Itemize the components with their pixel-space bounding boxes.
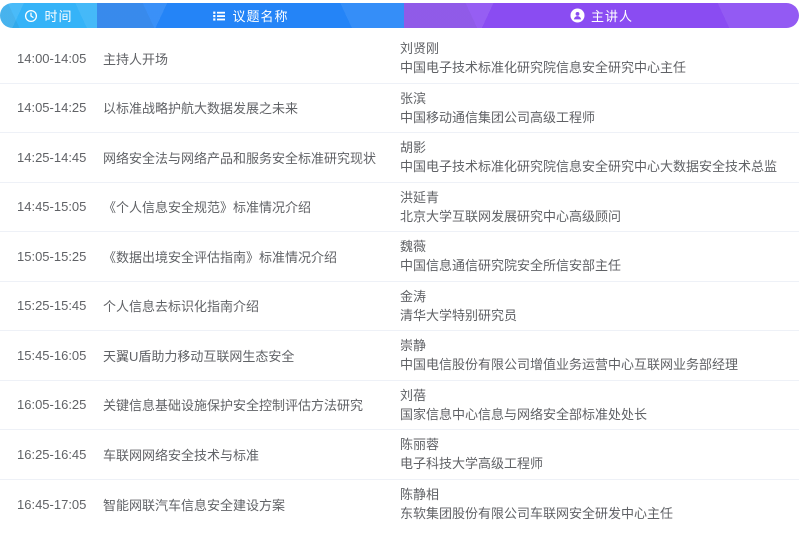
row-speaker: 金涛 清华大学特别研究员	[400, 287, 799, 325]
row-speaker: 洪延青 北京大学互联网发展研究中心高级顾问	[400, 188, 799, 226]
column-header-label-time: 时间	[44, 6, 72, 25]
row-speaker: 刘蓓 国家信息中心信息与网络安全部标准处处长	[400, 386, 799, 424]
row-time: 16:05-16:25	[0, 397, 103, 412]
speaker-name: 刘蓓	[400, 386, 799, 405]
row-time: 16:45-17:05	[0, 497, 103, 512]
speaker-title: 中国电子技术标准化研究院信息安全研究中心大数据安全技术总监	[400, 157, 799, 176]
speaker-title: 北京大学互联网发展研究中心高级顾问	[400, 207, 799, 226]
speaker-name: 陈丽蓉	[400, 435, 799, 454]
table-row: 16:05-16:25 关键信息基础设施保护安全控制评估方法研究 刘蓓 国家信息…	[0, 381, 799, 431]
table-row: 14:00-14:05 主持人开场 刘贤刚 中国电子技术标准化研究院信息安全研究…	[0, 34, 799, 84]
speaker-icon	[570, 8, 585, 23]
row-speaker: 胡影 中国电子技术标准化研究院信息安全研究中心大数据安全技术总监	[400, 138, 799, 176]
row-topic: 以标准战略护航大数据发展之未来	[103, 98, 400, 117]
row-speaker: 崇静 中国电信股份有限公司增值业务运营中心互联网业务部经理	[400, 336, 799, 374]
table-row: 15:45-16:05 天翼U盾助力移动互联网生态安全 崇静 中国电信股份有限公…	[0, 331, 799, 381]
row-topic: 天翼U盾助力移动互联网生态安全	[103, 346, 400, 365]
table-row: 14:45-15:05 《个人信息安全规范》标准情况介绍 洪延青 北京大学互联网…	[0, 183, 799, 233]
row-time: 15:05-15:25	[0, 249, 103, 264]
speaker-name: 胡影	[400, 138, 799, 157]
row-topic: 车联网网络安全技术与标准	[103, 445, 400, 464]
speaker-title: 清华大学特别研究员	[400, 306, 799, 325]
speaker-name: 崇静	[400, 336, 799, 355]
table-row: 16:25-16:45 车联网网络安全技术与标准 陈丽蓉 电子科技大学高级工程师	[0, 430, 799, 480]
speaker-name: 陈静相	[400, 485, 799, 504]
table-row: 14:25-14:45 网络安全法与网络产品和服务安全标准研究现状 胡影 中国电…	[0, 133, 799, 183]
row-topic: 网络安全法与网络产品和服务安全标准研究现状	[103, 148, 400, 167]
clock-icon	[24, 9, 38, 23]
column-header-label-topic: 议题名称	[232, 6, 288, 25]
column-header-label-speaker: 主讲人	[591, 6, 633, 25]
speaker-name: 洪延青	[400, 188, 799, 207]
table-row: 16:45-17:05 智能网联汽车信息安全建设方案 陈静相 东软集团股份有限公…	[0, 480, 799, 530]
table-body: 14:00-14:05 主持人开场 刘贤刚 中国电子技术标准化研究院信息安全研究…	[0, 28, 799, 529]
column-header-time: 时间	[0, 3, 97, 28]
table-row: 14:05-14:25 以标准战略护航大数据发展之未来 张滨 中国移动通信集团公…	[0, 84, 799, 134]
speaker-title: 中国电子技术标准化研究院信息安全研究中心主任	[400, 58, 799, 77]
table-row: 15:05-15:25 《数据出境安全评估指南》标准情况介绍 魏薇 中国信息通信…	[0, 232, 799, 282]
row-time: 15:45-16:05	[0, 348, 103, 363]
row-time: 14:05-14:25	[0, 100, 103, 115]
speaker-name: 张滨	[400, 89, 799, 108]
list-icon	[212, 9, 226, 23]
column-header-topic: 议题名称	[97, 3, 404, 28]
speaker-title: 电子科技大学高级工程师	[400, 454, 799, 473]
row-topic: 主持人开场	[103, 49, 400, 68]
row-speaker: 刘贤刚 中国电子技术标准化研究院信息安全研究中心主任	[400, 39, 799, 77]
row-topic: 个人信息去标识化指南介绍	[103, 296, 400, 315]
speaker-title: 中国信息通信研究院安全所信安部主任	[400, 256, 799, 275]
speaker-title: 中国电信股份有限公司增值业务运营中心互联网业务部经理	[400, 355, 799, 374]
speaker-name: 魏薇	[400, 237, 799, 256]
speaker-title: 国家信息中心信息与网络安全部标准处处长	[400, 405, 799, 424]
row-time: 16:25-16:45	[0, 447, 103, 462]
row-speaker: 陈静相 东软集团股份有限公司车联网安全研发中心主任	[400, 485, 799, 523]
table-row: 15:25-15:45 个人信息去标识化指南介绍 金涛 清华大学特别研究员	[0, 282, 799, 332]
speaker-name: 刘贤刚	[400, 39, 799, 58]
column-header-speaker: 主讲人	[404, 3, 799, 28]
row-topic: 智能网联汽车信息安全建设方案	[103, 495, 400, 514]
table-header: 时间 议题名称	[0, 3, 799, 28]
row-time: 14:25-14:45	[0, 150, 103, 165]
row-topic: 关键信息基础设施保护安全控制评估方法研究	[103, 395, 400, 414]
row-speaker: 陈丽蓉 电子科技大学高级工程师	[400, 435, 799, 473]
row-topic: 《数据出境安全评估指南》标准情况介绍	[103, 247, 400, 266]
row-topic: 《个人信息安全规范》标准情况介绍	[103, 197, 400, 216]
row-time: 15:25-15:45	[0, 298, 103, 313]
speaker-name: 金涛	[400, 287, 799, 306]
row-speaker: 张滨 中国移动通信集团公司高级工程师	[400, 89, 799, 127]
row-time: 14:45-15:05	[0, 199, 103, 214]
speaker-title: 中国移动通信集团公司高级工程师	[400, 108, 799, 127]
speaker-title: 东软集团股份有限公司车联网安全研发中心主任	[400, 504, 799, 523]
row-speaker: 魏薇 中国信息通信研究院安全所信安部主任	[400, 237, 799, 275]
row-time: 14:00-14:05	[0, 51, 103, 66]
agenda-table: 时间 议题名称	[0, 3, 799, 529]
